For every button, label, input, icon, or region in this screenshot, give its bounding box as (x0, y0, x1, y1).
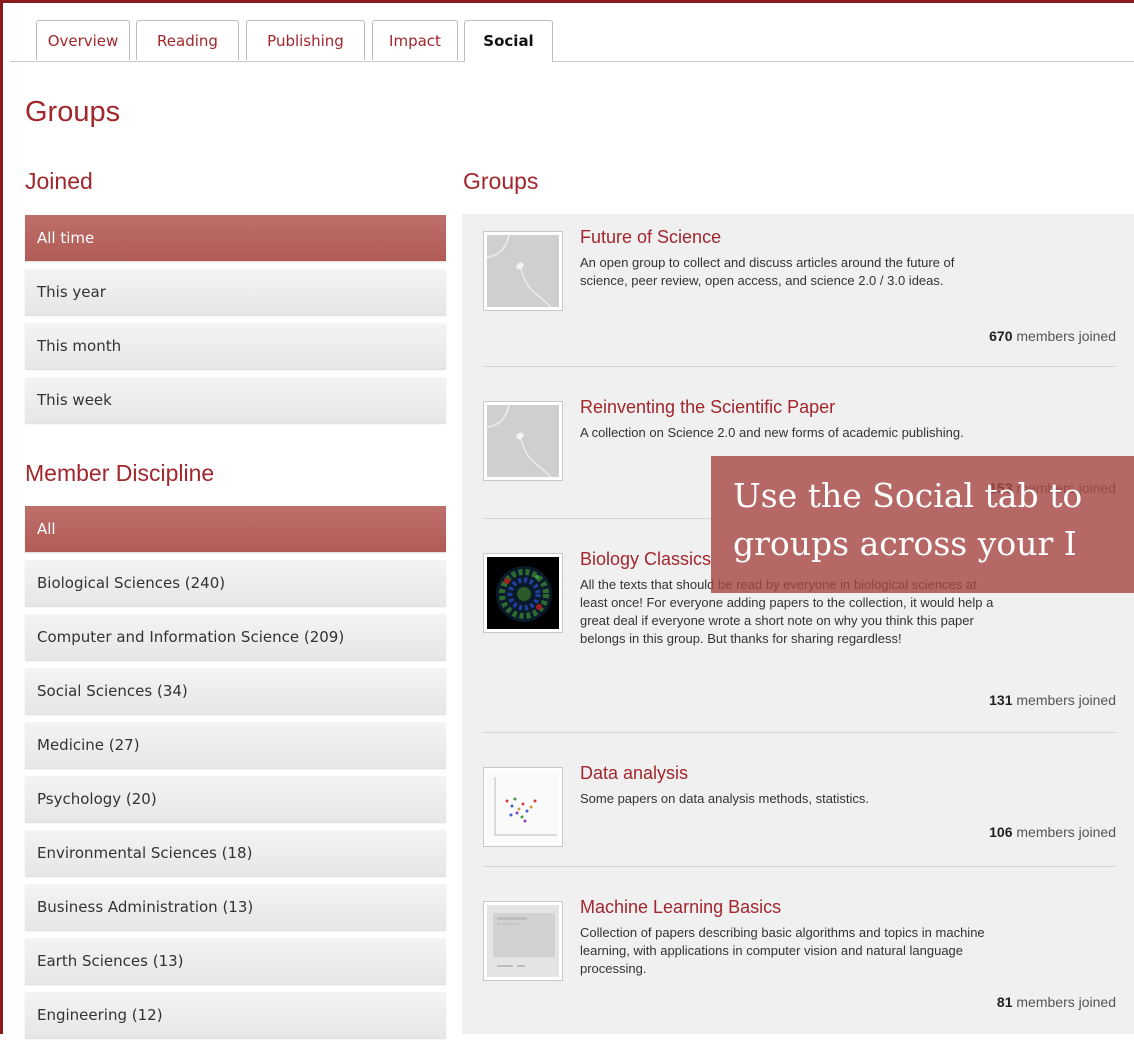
member-discipline-heading: Member Discipline (25, 460, 215, 486)
discipline-filter-list: All Biological Sciences (240) Computer a… (25, 506, 446, 1046)
slide-preview-icon (493, 913, 555, 967)
group-description: An open group to collect and discuss art… (580, 255, 955, 288)
placeholder-sperm-icon (487, 235, 553, 307)
group-card: Future of Science An open group to colle… (483, 227, 1116, 344)
joined-filter-all-time[interactable]: All time (25, 215, 446, 261)
member-count-number: 670 (989, 328, 1013, 344)
group-divider (483, 866, 1116, 867)
group-card: Machine Learning Basics Collection of pa… (483, 897, 1116, 1011)
tab-reading[interactable]: Reading (136, 20, 239, 60)
window-frame-top (0, 0, 1134, 3)
group-card: Data analysis Some papers on data analys… (483, 763, 1116, 847)
tab-bar-baseline (10, 61, 1134, 62)
tab-social[interactable]: Social (464, 20, 553, 62)
discipline-filter-computer-science[interactable]: Computer and Information Science (209) (25, 614, 446, 660)
joined-heading: Joined (25, 168, 93, 194)
group-name-link[interactable]: Data analysis (580, 763, 688, 784)
member-count-number: 81 (996, 994, 1013, 1010)
member-count-number: 106 (989, 824, 1013, 840)
group-description: Some papers on data analysis methods, st… (580, 791, 870, 806)
caption-line-2: groups across your I (733, 524, 1077, 563)
discipline-filter-earth-sciences[interactable]: Earth Sciences (13) (25, 938, 446, 984)
member-count-label: members joined (1016, 692, 1116, 708)
groups-panel: Future of Science An open group to colle… (462, 214, 1134, 1034)
tab-overview[interactable]: Overview (36, 20, 130, 60)
discipline-filter-social-sciences[interactable]: Social Sciences (34) (25, 668, 446, 714)
group-member-count: 131 members joined (989, 692, 1116, 708)
group-divider (483, 732, 1116, 733)
member-count-label: members joined (1016, 328, 1116, 344)
group-description: Collection of papers describing basic al… (580, 925, 985, 976)
group-name-link[interactable]: Future of Science (580, 227, 721, 248)
caption-overlay: Use the Social tab to groups across your… (711, 456, 1134, 593)
group-member-count: 106 members joined (989, 824, 1116, 840)
group-member-count: 670 members joined (989, 328, 1116, 344)
group-thumbnail[interactable] (483, 767, 563, 847)
member-count-label: members joined (1016, 994, 1116, 1010)
tab-impact[interactable]: Impact (372, 20, 458, 60)
discipline-filter-psychology[interactable]: Psychology (20) (25, 776, 446, 822)
discipline-filter-medicine[interactable]: Medicine (27) (25, 722, 446, 768)
window-frame-left (0, 0, 3, 1034)
discipline-filter-all[interactable]: All (25, 506, 446, 552)
placeholder-sperm-icon (487, 405, 553, 477)
joined-filter-list: All time This year This month This week (25, 215, 446, 431)
group-thumbnail[interactable] (483, 901, 563, 981)
joined-filter-this-year[interactable]: This year (25, 269, 446, 315)
discipline-filter-biological-sciences[interactable]: Biological Sciences (240) (25, 560, 446, 606)
group-member-count: 81 members joined (997, 994, 1116, 1010)
group-thumbnail[interactable] (483, 401, 563, 481)
group-name-link[interactable]: Reinventing the Scientific Paper (580, 397, 835, 418)
member-count-label: members joined (1016, 824, 1116, 840)
page-title: Groups (25, 96, 121, 128)
group-thumbnail[interactable] (483, 553, 563, 633)
group-name-link[interactable]: Biology Classics (580, 549, 711, 570)
group-description: A collection on Science 2.0 and new form… (580, 425, 964, 440)
tab-publishing[interactable]: Publishing (246, 20, 365, 60)
group-thumbnail[interactable] (483, 231, 563, 311)
groups-heading: Groups (463, 168, 539, 194)
discipline-filter-engineering[interactable]: Engineering (12) (25, 992, 446, 1038)
scatter-plot-icon (494, 777, 557, 836)
member-count-number: 131 (989, 692, 1013, 708)
group-name-link[interactable]: Machine Learning Basics (580, 897, 781, 918)
discipline-filter-business-administration[interactable]: Business Administration (13) (25, 884, 446, 930)
discipline-filter-environmental-sciences[interactable]: Environmental Sciences (18) (25, 830, 446, 876)
group-divider (483, 366, 1116, 367)
joined-filter-this-week[interactable]: This week (25, 377, 446, 423)
caption-line-1: Use the Social tab to (733, 476, 1083, 515)
joined-filter-this-month[interactable]: This month (25, 323, 446, 369)
biology-image-icon (496, 566, 552, 622)
